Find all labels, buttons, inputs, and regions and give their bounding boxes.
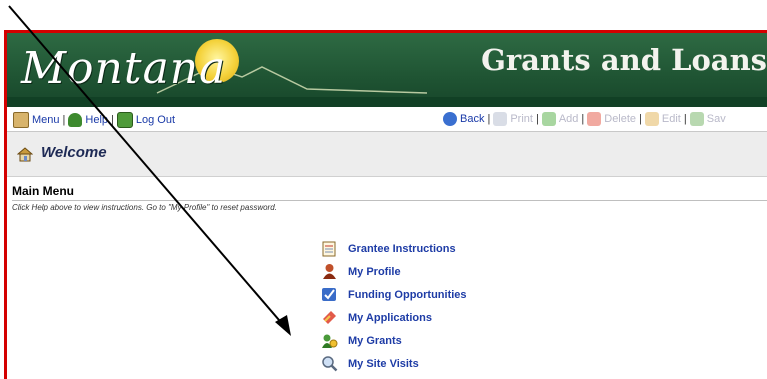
annotation-arrow bbox=[8, 5, 291, 336]
